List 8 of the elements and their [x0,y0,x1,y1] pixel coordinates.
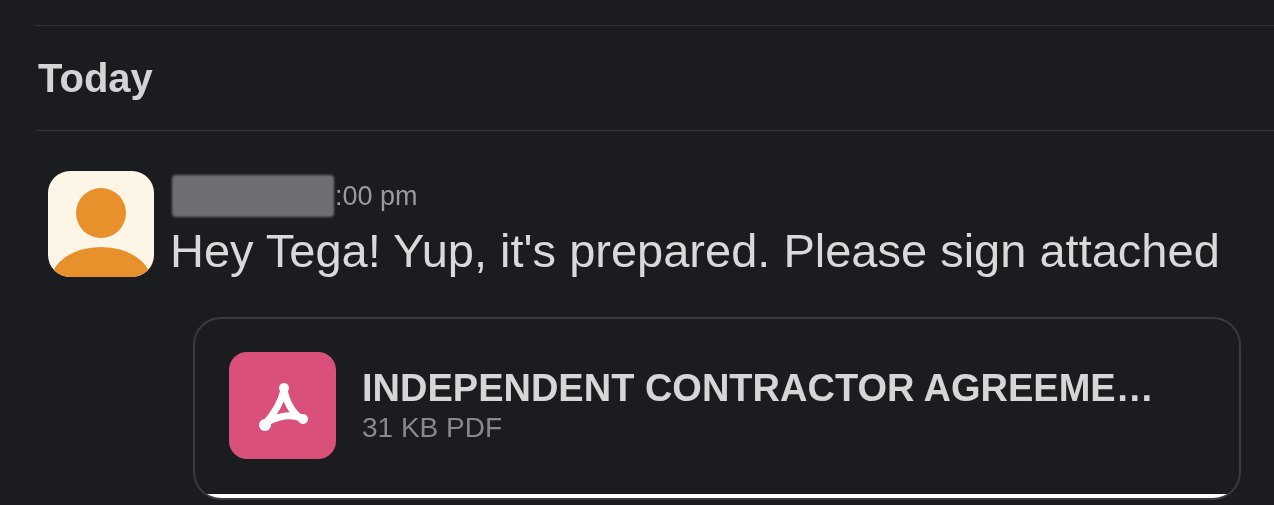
avatar-icon [48,171,154,277]
attachment-card[interactable]: INDEPENDENT CONTRACTOR AGREEME… 31 KB PDF [193,317,1241,500]
pdf-icon [229,352,336,459]
file-meta: 31 KB PDF [362,410,504,445]
file-name: INDEPENDENT CONTRACTOR AGREEME… [362,365,1154,410]
message-text: Hey Tega! Yup, it's prepared. Please sign attached [170,223,1220,279]
timestamp: :00 pm [335,179,418,213]
day-heading: Today [38,58,153,98]
